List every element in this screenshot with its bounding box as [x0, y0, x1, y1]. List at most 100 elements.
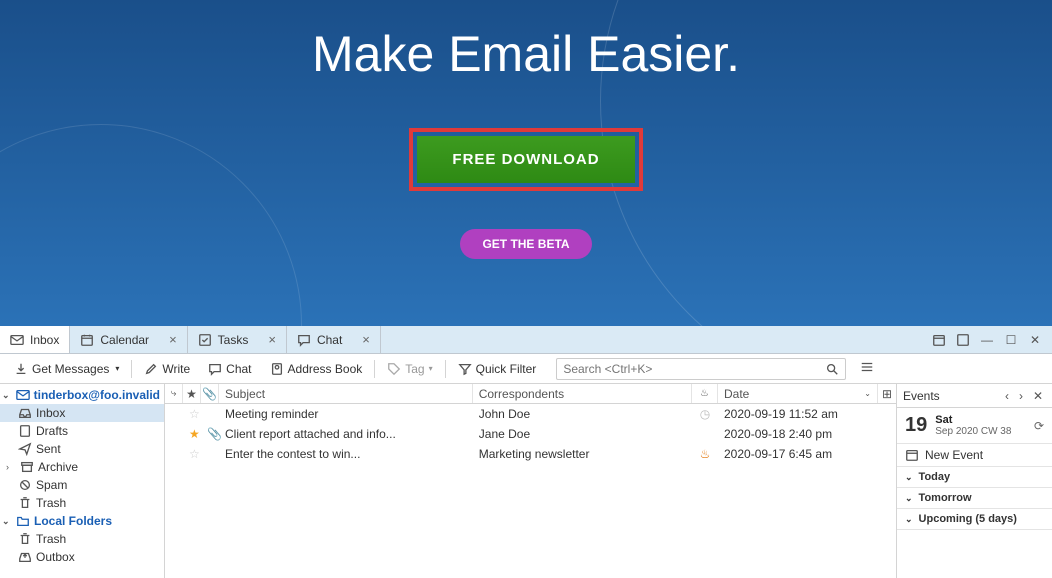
refresh-icon[interactable]: ⟳	[1034, 419, 1044, 433]
thread-icon: ⤷	[171, 388, 177, 399]
folder-archive[interactable]: › Archive	[0, 458, 164, 476]
close-icon[interactable]: ×	[169, 332, 177, 347]
day-number: 19	[905, 414, 927, 437]
folder-label: Trash	[36, 496, 66, 510]
download-highlight: FREE DOWNLOAD	[409, 128, 642, 191]
close-icon[interactable]: ×	[268, 332, 276, 347]
tool-label: Address Book	[288, 362, 363, 376]
local-folders-row[interactable]: ⌄ Local Folders	[0, 512, 164, 530]
outbox-icon	[18, 550, 32, 564]
chat-icon	[297, 333, 311, 347]
inbox-icon	[18, 406, 32, 420]
tab-inbox[interactable]: Inbox	[0, 326, 70, 353]
window-minimize-icon[interactable]: —	[980, 333, 994, 347]
quick-filter-button[interactable]: Quick Filter	[450, 359, 545, 379]
calendar-icon	[905, 448, 919, 462]
tab-calendar[interactable]: Calendar ×	[70, 326, 187, 353]
get-beta-button[interactable]: GET THE BETA	[460, 229, 591, 259]
window-close-icon[interactable]: ✕	[1028, 333, 1042, 347]
column-picker-icon: ⊞	[882, 387, 892, 401]
account-row[interactable]: ⌄ tinderbox@foo.invalid	[0, 386, 164, 404]
app-menu-button[interactable]	[856, 356, 878, 381]
close-icon[interactable]: ×	[362, 332, 370, 347]
tasks-icon	[198, 333, 212, 347]
folder-tree: ⌄ tinderbox@foo.invalid Inbox Drafts Sen…	[0, 384, 165, 578]
folder-label: Spam	[36, 478, 67, 492]
col-thread[interactable]: ⤷	[165, 384, 183, 403]
spam-icon	[18, 478, 32, 492]
msg-subject: Meeting reminder	[219, 407, 473, 421]
search-input[interactable]	[563, 362, 825, 376]
tool-label: Tag	[405, 362, 424, 376]
section-tomorrow[interactable]: ⌄Tomorrow	[897, 488, 1052, 509]
folder-drafts[interactable]: Drafts	[0, 422, 164, 440]
calendar-icon	[80, 333, 94, 347]
col-attachment[interactable]: 📎	[201, 384, 219, 403]
message-row[interactable]: ☆ Enter the contest to win... Marketing …	[165, 444, 896, 464]
chat-icon	[208, 362, 222, 376]
pencil-icon	[144, 362, 158, 376]
folder-trash-local[interactable]: Trash	[0, 530, 164, 548]
sort-icon: ⌄	[864, 389, 871, 398]
search-icon[interactable]	[825, 362, 839, 376]
tasks-side-icon[interactable]	[956, 333, 970, 347]
address-book-button[interactable]: Address Book	[262, 359, 371, 379]
tab-bar: Inbox Calendar × Tasks × Chat × — ☐ ✕	[0, 326, 1052, 354]
addressbook-icon	[270, 362, 284, 376]
events-panel: Events ‹ › ✕ 19 Sat Sep 2020 CW 38 ⟳ New…	[897, 384, 1052, 578]
col-date[interactable]: Date⌄	[718, 384, 878, 403]
folder-label: Trash	[36, 532, 66, 546]
free-download-button[interactable]: FREE DOWNLOAD	[417, 136, 634, 183]
col-star[interactable]: ★	[183, 384, 201, 403]
folder-trash[interactable]: Trash	[0, 494, 164, 512]
message-row[interactable]: ☆ Meeting reminder John Doe ◷ 2020-09-19…	[165, 404, 896, 424]
folder-icon	[16, 514, 30, 528]
col-subject[interactable]: Subject	[219, 384, 473, 403]
calendar-side-icon[interactable]	[932, 333, 946, 347]
col-junk[interactable]: ♨	[692, 384, 718, 403]
section-upcoming[interactable]: ⌄Upcoming (5 days)	[897, 509, 1052, 530]
new-event-button[interactable]: New Event	[897, 444, 1052, 467]
star-toggle[interactable]: ★	[183, 427, 201, 441]
section-today[interactable]: ⌄Today	[897, 467, 1052, 488]
expand-icon[interactable]: ⌄	[2, 516, 12, 527]
window-maximize-icon[interactable]: ☐	[1004, 333, 1018, 347]
folder-inbox[interactable]: Inbox	[0, 404, 164, 422]
folder-spam[interactable]: Spam	[0, 476, 164, 494]
star-toggle[interactable]: ☆	[183, 447, 201, 461]
trash-icon	[18, 496, 32, 510]
tag-button[interactable]: Tag ▾	[379, 359, 440, 379]
chevron-down-icon: ⌄	[905, 514, 913, 525]
junk-icon[interactable]: ♨	[692, 447, 718, 461]
tool-label: Write	[162, 362, 190, 376]
chat-button[interactable]: Chat	[200, 359, 259, 379]
tab-chat[interactable]: Chat ×	[287, 326, 381, 353]
drafts-icon	[18, 424, 32, 438]
expand-icon[interactable]: ⌄	[2, 390, 12, 401]
search-box[interactable]	[556, 358, 846, 380]
expand-icon[interactable]: ›	[6, 462, 16, 472]
col-correspondents[interactable]: Correspondents	[473, 384, 692, 403]
msg-from: John Doe	[473, 407, 692, 421]
separator	[445, 360, 446, 378]
message-row[interactable]: ★ 📎 Client report attached and info... J…	[165, 424, 896, 444]
paperclip-icon: 📎	[201, 427, 219, 441]
separator	[131, 360, 132, 378]
write-button[interactable]: Write	[136, 359, 198, 379]
close-panel-button[interactable]: ✕	[1030, 389, 1046, 403]
main-area: ⌄ tinderbox@foo.invalid Inbox Drafts Sen…	[0, 384, 1052, 578]
star-toggle[interactable]: ☆	[183, 407, 201, 421]
tab-tasks[interactable]: Tasks ×	[188, 326, 287, 353]
chevron-down-icon: ⌄	[905, 472, 913, 483]
col-picker[interactable]: ⊞	[878, 384, 896, 403]
next-day-button[interactable]: ›	[1016, 389, 1026, 403]
folder-label: Sent	[36, 442, 61, 456]
folder-outbox[interactable]: Outbox	[0, 548, 164, 566]
get-messages-button[interactable]: Get Messages ▾	[6, 359, 127, 379]
tool-label: Get Messages	[32, 362, 109, 376]
prev-day-button[interactable]: ‹	[1002, 389, 1012, 403]
email-client-window: Inbox Calendar × Tasks × Chat × — ☐ ✕ Ge…	[0, 326, 1052, 578]
folder-sent[interactable]: Sent	[0, 440, 164, 458]
message-rows: ☆ Meeting reminder John Doe ◷ 2020-09-19…	[165, 404, 896, 578]
msg-date: 2020-09-17 6:45 am	[718, 447, 878, 461]
